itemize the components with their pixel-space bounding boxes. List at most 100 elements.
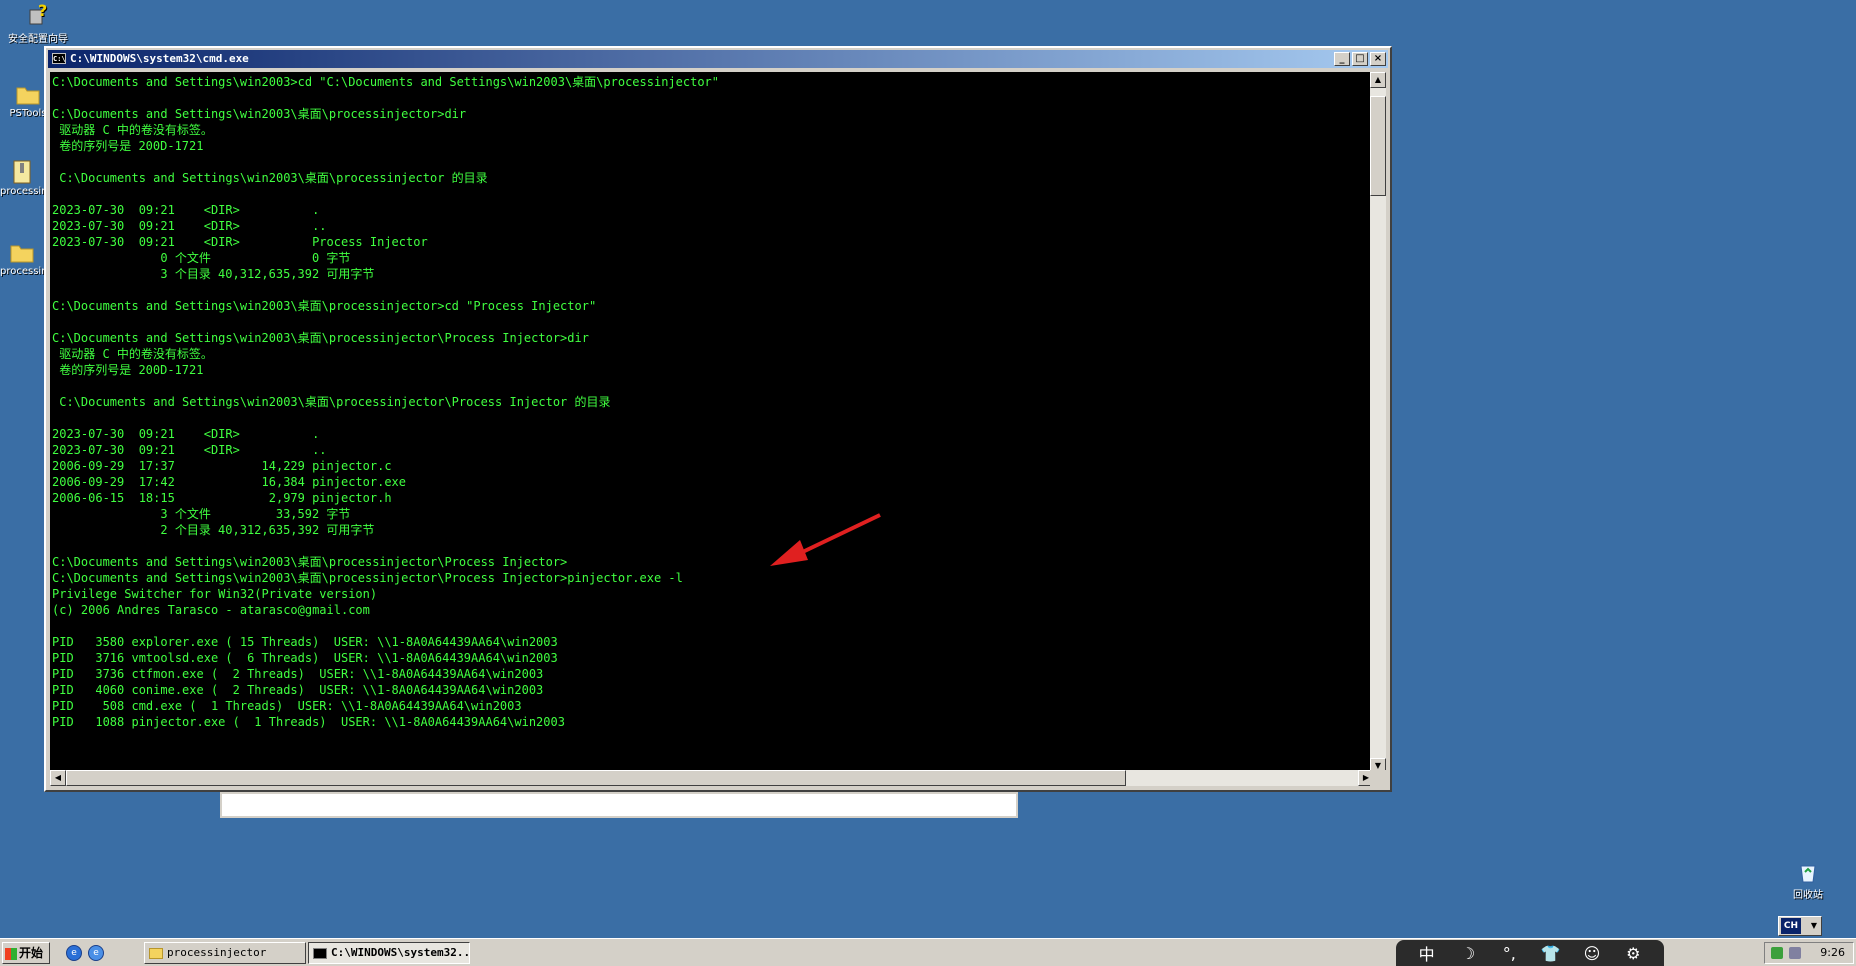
- vertical-scroll-thumb[interactable]: [1370, 96, 1386, 196]
- console-line: C:\Documents and Settings\win2003>cd "C:…: [52, 75, 719, 89]
- system-tray: 9:26: [1764, 942, 1854, 964]
- task-button-cmd[interactable]: C:\WINDOWS\system32...: [308, 942, 470, 964]
- cmd-icon: C:\: [52, 53, 66, 64]
- taskbar: 开始 e e processinjector C:\WINDOWS\system…: [0, 938, 1856, 966]
- vertical-scrollbar[interactable]: ▲ ▼: [1370, 72, 1386, 774]
- console-line: C:\Documents and Settings\win2003\桌面\pro…: [52, 107, 467, 121]
- console-line: C:\Documents and Settings\win2003\桌面\pro…: [52, 571, 683, 585]
- console-line: PID 4060 conime.exe ( 2 Threads) USER: \…: [52, 683, 544, 697]
- task-button-processinjector[interactable]: processinjector: [144, 942, 306, 964]
- desktop-icon-label: 安全配置向导: [8, 34, 68, 45]
- console-line: 0 个文件 0 字节: [52, 251, 351, 265]
- chevron-down-icon: ▼: [1810, 921, 1817, 930]
- window-controls: _ □ ×: [1334, 52, 1386, 66]
- console-line: 驱动器 C 中的卷没有标签。: [52, 123, 213, 137]
- console-line: PID 1088 pinjector.exe ( 1 Threads) USER…: [52, 715, 565, 729]
- console-line: C:\Documents and Settings\win2003\桌面\pro…: [52, 299, 597, 313]
- ime-toolbar[interactable]: 中 ☽ °, 👕 ☺ ⚙: [1396, 940, 1664, 966]
- desktop-icon-label: PSTools: [9, 108, 47, 119]
- console-line: 2023-07-30 09:21 <DIR> .: [52, 427, 320, 441]
- windows-logo-icon: [5, 947, 17, 960]
- console-output[interactable]: C:\Documents and Settings\win2003>cd "C:…: [50, 72, 1374, 774]
- console-line: (c) 2006 Andres Tarasco - atarasco@gmail…: [52, 603, 370, 617]
- close-button[interactable]: ×: [1370, 52, 1386, 66]
- console-line: 3 个目录 40,312,635,392 可用字节: [52, 267, 375, 281]
- console-line: 2023-07-30 09:21 <DIR> ..: [52, 219, 327, 233]
- desktop-icon-processinjector-folder[interactable]: processinjector: [0, 238, 44, 277]
- window-titlebar[interactable]: C:\ C:\WINDOWS\system32\cmd.exe _ □ ×: [48, 50, 1388, 68]
- start-button[interactable]: 开始: [2, 942, 50, 964]
- folder-icon: [16, 87, 40, 105]
- console-line: C:\Documents and Settings\win2003\桌面\pro…: [52, 395, 611, 409]
- console-line: 驱动器 C 中的卷没有标签。: [52, 347, 213, 361]
- console-line: C:\Documents and Settings\win2003\桌面\pro…: [52, 171, 488, 185]
- console-line: 2006-06-15 18:15 2,979 pinjector.h: [52, 491, 392, 505]
- task-label: C:\WINDOWS\system32...: [331, 946, 470, 959]
- minimize-button[interactable]: _: [1334, 52, 1350, 66]
- settings-icon[interactable]: ⚙: [1622, 944, 1644, 963]
- moon-icon[interactable]: ☽: [1457, 944, 1479, 963]
- resize-grip[interactable]: [1370, 770, 1386, 786]
- console-line: C:\Documents and Settings\win2003\桌面\pro…: [52, 555, 568, 569]
- ime-chinese-mode[interactable]: 中: [1416, 941, 1438, 965]
- console-line: 2006-09-29 17:42 16,384 pinjector.exe: [52, 475, 407, 489]
- blank-panel: [220, 792, 1018, 818]
- console-line: PID 3716 vmtoolsd.exe ( 6 Threads) USER:…: [52, 651, 558, 665]
- console-line: C:\Documents and Settings\win2003\桌面\pro…: [52, 331, 589, 345]
- console-line: PID 3736 ctfmon.exe ( 2 Threads) USER: \…: [52, 667, 544, 681]
- language-indicator[interactable]: CH ▼: [1778, 916, 1822, 936]
- svg-text:?: ?: [38, 2, 47, 20]
- console-line: 2023-07-30 09:21 <DIR> Process Injector: [52, 235, 428, 249]
- console-line: Privilege Switcher for Win32(Private ver…: [52, 587, 378, 601]
- scroll-left-button[interactable]: ◀: [50, 770, 66, 786]
- window-title: C:\WINDOWS\system32\cmd.exe: [70, 52, 249, 65]
- punctuation-icon[interactable]: °,: [1498, 944, 1520, 963]
- console-text: C:\Documents and Settings\win2003>cd "C:…: [50, 72, 1374, 774]
- emoji-icon[interactable]: ☺: [1581, 944, 1603, 963]
- desktop-icon-label: 回收站: [1793, 890, 1823, 901]
- scroll-up-button[interactable]: ▲: [1370, 72, 1386, 88]
- clock[interactable]: 9:26: [1820, 943, 1845, 963]
- volume-icon[interactable]: [1789, 947, 1801, 959]
- console-line: 2023-07-30 09:21 <DIR> ..: [52, 443, 327, 457]
- desktop-icon-processinjector-zip[interactable]: processinjector: [0, 158, 44, 197]
- ie-alt-icon[interactable]: e: [88, 945, 104, 961]
- console-line: PID 3580 explorer.exe ( 15 Threads) USER…: [52, 635, 558, 649]
- start-label: 开始: [19, 946, 44, 960]
- desktop-icon-label: processinjector: [0, 266, 44, 277]
- folder-icon: [149, 947, 163, 959]
- console-line: PID 508 cmd.exe ( 1 Threads) USER: \\1-8…: [52, 699, 522, 713]
- skin-icon[interactable]: 👕: [1540, 944, 1562, 963]
- console-line: 2023-07-30 09:21 <DIR> .: [52, 203, 320, 217]
- console-line: 3 个文件 33,592 字节: [52, 507, 351, 521]
- security-wizard-icon: ?: [29, 2, 47, 25]
- console-line: 卷的序列号是 200D-1721: [52, 363, 204, 377]
- zip-icon: [13, 160, 31, 184]
- network-icon[interactable]: [1771, 947, 1783, 959]
- maximize-button[interactable]: □: [1352, 52, 1368, 66]
- desktop-icon-label: processinjector: [0, 186, 44, 197]
- task-label: processinjector: [167, 946, 267, 959]
- console-line: 卷的序列号是 200D-1721: [52, 139, 204, 153]
- lang-ch-badge: CH: [1781, 918, 1801, 934]
- cmd-window[interactable]: C:\ C:\WINDOWS\system32\cmd.exe _ □ × C:\…: [44, 46, 1392, 792]
- desktop-icon-recycle-bin[interactable]: 回收站: [1786, 858, 1830, 901]
- horizontal-scrollbar[interactable]: ◀ ▶: [50, 770, 1374, 786]
- horizontal-scroll-thumb[interactable]: [66, 770, 1126, 786]
- console-line: 2006-09-29 17:37 14,229 pinjector.c: [52, 459, 392, 473]
- desktop-icon-pstools[interactable]: PSTools: [8, 80, 48, 119]
- desktop: ? 安全配置向导 PSTools processinjector process…: [0, 0, 1856, 966]
- ie-icon[interactable]: e: [66, 945, 82, 961]
- desktop-icon-security-wizard[interactable]: ? 安全配置向导: [0, 2, 76, 45]
